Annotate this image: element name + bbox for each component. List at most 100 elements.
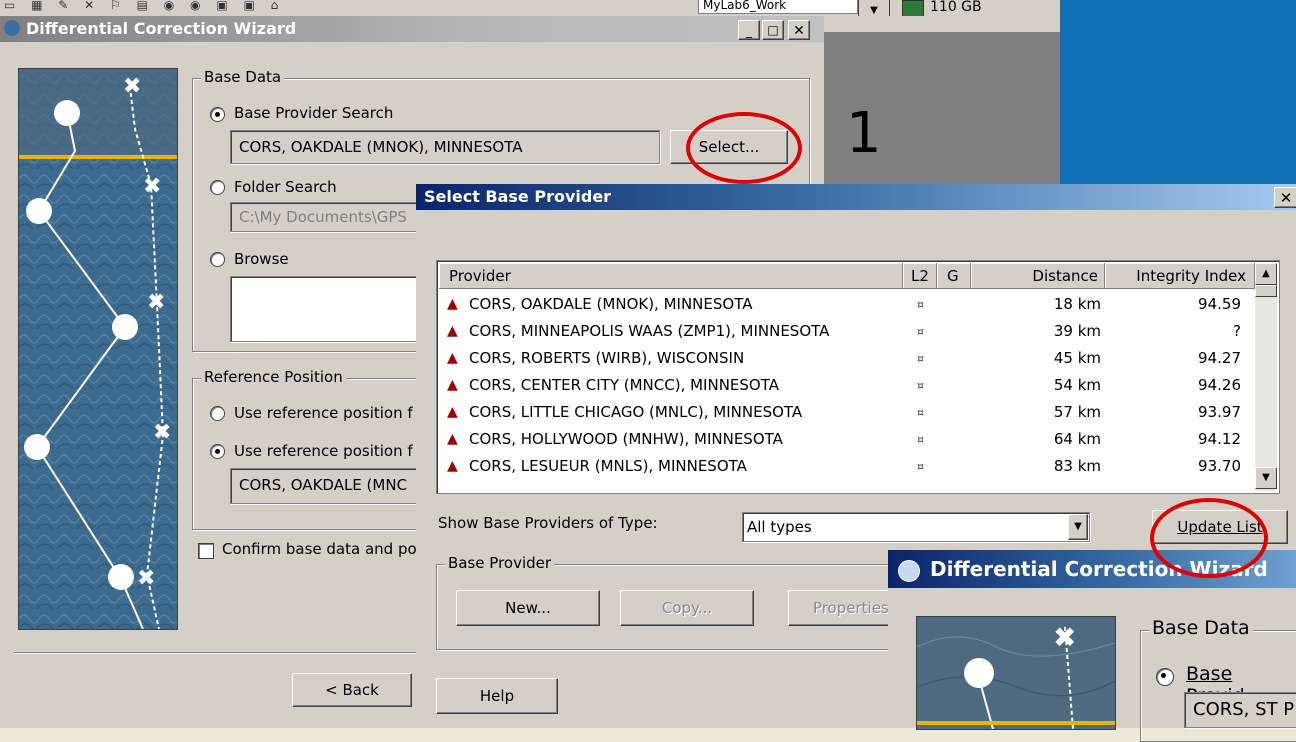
provider-cell: CORS, HOLLYWOOD (MNHW), MINNESOTA — [469, 430, 783, 448]
annotation-ring-update-list — [1150, 498, 1268, 578]
minimize-button[interactable]: _ — [738, 20, 760, 40]
wizard-titlebar[interactable]: Differential Correction Wizard — [0, 16, 824, 42]
provider-cell: CORS, ROBERTS (WIRB), WISCONSIN — [469, 349, 745, 367]
scroll-up-icon[interactable]: ▲ — [1255, 263, 1277, 285]
integrity-cell: 93.97 — [1198, 403, 1241, 421]
confirm-checkbox[interactable] — [198, 543, 214, 559]
wizard-map-image: ✖ ✖ ✖ ✖ ✖ — [18, 68, 178, 630]
second-base-provider-radio[interactable] — [1156, 668, 1174, 686]
second-wizard-dialog: Differential Correction Wizard ✖ Base Da… — [888, 550, 1296, 742]
base-provider-search-label[interactable]: Base Provider Search — [234, 104, 393, 122]
base-station-icon: ▲ — [447, 323, 458, 339]
base-station-icon: ▲ — [447, 404, 458, 420]
folder-search-label[interactable]: Folder Search — [234, 178, 337, 196]
provider-list[interactable]: Provider L2 G Distance Integrity Index ▲… — [436, 260, 1280, 494]
integrity-cell: 94.12 — [1198, 430, 1241, 448]
integrity-cell: 94.27 — [1198, 349, 1241, 367]
scroll-down-icon[interactable]: ▼ — [1255, 467, 1277, 489]
copy-button[interactable]: Copy... — [620, 590, 754, 626]
base-provider-field: CORS, OAKDALE (MNOK), MINNESOTA — [230, 130, 660, 164]
integrity-cell: ? — [1233, 322, 1241, 340]
confirm-label[interactable]: Confirm base data and po — [222, 540, 417, 558]
l2-cell: ¤ — [917, 352, 924, 365]
distance-cell: 54 km — [1053, 376, 1101, 394]
wizard-title: Differential Correction Wizard — [26, 19, 297, 38]
combo-arrow-icon[interactable]: ▼ — [858, 0, 890, 16]
app-toolbar: ▭ ▦ ✎ ✕ ⚐ ▤ ◉ ◉ ▣ ▣ ⌂ MyLab6_Work ▼ 110 … — [0, 0, 1060, 17]
svg-text:✖: ✖ — [1053, 621, 1076, 654]
maximize-button[interactable]: □ — [762, 20, 784, 40]
distance-cell: 39 km — [1053, 322, 1101, 340]
list-scrollbar[interactable] — [1255, 263, 1277, 491]
ref-option-1-radio[interactable] — [210, 406, 225, 421]
svg-text:✖: ✖ — [123, 74, 141, 99]
help-button[interactable]: Help — [436, 678, 558, 714]
scroll-thumb[interactable] — [1255, 285, 1277, 297]
disk-space-label: 110 GB — [930, 0, 982, 15]
base-station-icon: ▲ — [447, 431, 458, 447]
l2-cell: ¤ — [917, 406, 924, 419]
select-dialog-close-button[interactable]: ✕ — [1274, 187, 1296, 208]
column-integrity[interactable]: Integrity Index — [1105, 263, 1255, 289]
table-row[interactable]: ▲ CORS, CENTER CITY (MNCC), MINNESOTA ¤ 54 … — [439, 372, 1257, 399]
l2-cell: ¤ — [917, 433, 924, 446]
toolbar-strip-right — [824, 16, 1060, 32]
close-button[interactable]: ✕ — [788, 20, 810, 40]
ref-option-2-label[interactable]: Use reference position f — [234, 442, 413, 460]
integrity-cell: 94.26 — [1198, 376, 1241, 394]
provider-cell: CORS, LESUEUR (MNLS), MINNESOTA — [469, 457, 747, 475]
base-station-icon: ▲ — [447, 296, 458, 312]
column-l2[interactable]: L2 — [903, 263, 937, 289]
l2-cell: ¤ — [917, 460, 924, 473]
base-provider-search-radio[interactable] — [210, 107, 225, 122]
table-row[interactable]: ▲ CORS, LITTLE CHICAGO (MNLC), MINNESOTA ¤… — [439, 399, 1257, 426]
svg-text:✖: ✖ — [147, 290, 165, 315]
column-distance[interactable]: Distance — [971, 263, 1105, 289]
second-wizard-map-image: ✖ — [916, 616, 1116, 730]
svg-text:✖: ✖ — [143, 174, 161, 199]
base-station-icon: ▲ — [447, 458, 458, 474]
toolbar-icons[interactable]: ▭ ▦ ✎ ✕ ⚐ ▤ ◉ ◉ ▣ ▣ ⌂ — [4, 0, 664, 14]
provider-cell: CORS, CENTER CITY (MNCC), MINNESOTA — [469, 376, 779, 394]
select-dialog-title: Select Base Provider — [424, 187, 612, 206]
second-base-data-label: Base Data — [1149, 617, 1253, 639]
back-button[interactable]: < Back — [292, 673, 412, 707]
second-base-provider-field: CORS, ST P — [1184, 692, 1296, 728]
doc-combo[interactable]: MyLab6_Work — [698, 0, 858, 14]
table-row[interactable]: ▲ CORS, MINNEAPOLIS WAAS (ZMP1), MINNESOT… — [439, 318, 1257, 345]
l2-cell: ¤ — [917, 298, 924, 311]
provider-cell: CORS, LITTLE CHICAGO (MNLC), MINNESOTA — [469, 403, 803, 421]
l2-cell: ¤ — [917, 325, 924, 338]
integrity-cell: 93.70 — [1198, 457, 1241, 475]
new-button[interactable]: New... — [456, 590, 600, 626]
base-station-icon: ▲ — [447, 350, 458, 366]
disk-icon — [902, 0, 924, 16]
folder-search-radio[interactable] — [210, 180, 225, 195]
l2-cell: ¤ — [917, 379, 924, 392]
distance-cell: 45 km — [1053, 349, 1101, 367]
ref-option-2-radio[interactable] — [210, 444, 225, 459]
type-combo[interactable]: All types — [742, 512, 1090, 542]
distance-cell: 83 km — [1053, 457, 1101, 475]
provider-cell: CORS, MINNEAPOLIS WAAS (ZMP1), MINNESOTA — [469, 322, 830, 340]
ref-option-1-label[interactable]: Use reference position f — [234, 404, 413, 422]
show-types-label: Show Base Providers of Type: — [438, 514, 658, 532]
annotation-number: 1 — [846, 101, 882, 166]
table-row[interactable]: ▲ CORS, ROBERTS (WIRB), WISCONSIN ¤ 45 km 94… — [439, 345, 1257, 372]
svg-text:✖: ✖ — [153, 420, 171, 445]
table-row[interactable]: ▲ CORS, HOLLYWOOD (MNHW), MINNESOTA ¤ 64 km… — [439, 426, 1257, 453]
browse-label[interactable]: Browse — [234, 250, 289, 268]
svg-text:✖: ✖ — [137, 566, 155, 591]
select-dialog-titlebar[interactable]: Select Base Provider — [416, 184, 1296, 210]
column-g[interactable]: G — [937, 263, 971, 289]
annotation-ring-select — [686, 112, 802, 184]
table-row[interactable]: ▲ CORS, OAKDALE (MNOK), MINNESOTA ¤ 18 km 94… — [439, 291, 1257, 318]
column-provider[interactable]: Provider — [439, 263, 903, 289]
reference-position-label: Reference Position — [201, 368, 346, 386]
base-data-label: Base Data — [201, 68, 285, 86]
integrity-cell: 94.59 — [1198, 295, 1241, 313]
table-row[interactable]: ▲ CORS, LESUEUR (MNLS), MINNESOTA ¤ 83 km 93… — [439, 453, 1257, 480]
type-dropdown-arrow-icon[interactable]: ▼ — [1068, 514, 1088, 540]
browse-radio[interactable] — [210, 252, 225, 267]
provider-cell: CORS, OAKDALE (MNOK), MINNESOTA — [469, 295, 753, 313]
